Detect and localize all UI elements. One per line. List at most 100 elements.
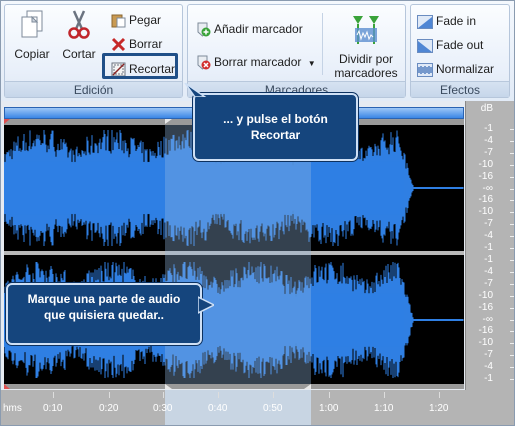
add-marker-icon bbox=[197, 22, 211, 37]
split-label-line1: Dividir por bbox=[338, 52, 393, 66]
time-tick bbox=[329, 392, 330, 398]
db-label: -1 bbox=[484, 254, 493, 265]
time-tick bbox=[109, 392, 110, 398]
db-label: -1 bbox=[484, 123, 493, 134]
time-tick bbox=[53, 392, 54, 398]
callout-pointer-2 bbox=[198, 296, 214, 314]
waveform-view[interactable] bbox=[4, 125, 464, 384]
fade-out-label: Fade out bbox=[436, 38, 484, 52]
db-label: -4 bbox=[484, 230, 493, 242]
normalize-label: Normalizar bbox=[436, 62, 495, 76]
db-tick bbox=[510, 295, 514, 297]
time-tick bbox=[273, 392, 274, 398]
time-label: 0:20 bbox=[99, 403, 119, 414]
red-x-icon bbox=[111, 38, 126, 52]
time-label: 1:10 bbox=[374, 403, 394, 414]
time-tick bbox=[384, 392, 385, 398]
delete-label: Borrar bbox=[129, 37, 163, 51]
db-label: -10 bbox=[478, 158, 493, 170]
fade-out-icon bbox=[417, 38, 433, 53]
db-label: -4 bbox=[484, 265, 493, 277]
normalize-button[interactable]: Normalizar bbox=[417, 59, 494, 79]
db-label: -7 bbox=[484, 349, 493, 361]
normalize-icon bbox=[417, 62, 433, 77]
db-tick bbox=[510, 271, 514, 273]
cut-button[interactable]: Cortar bbox=[59, 9, 99, 61]
callout-pointer bbox=[184, 83, 207, 97]
copy-icon bbox=[21, 10, 43, 38]
db-tick bbox=[510, 331, 514, 333]
paste-label: Pegar bbox=[129, 13, 162, 27]
db-label: -10 bbox=[478, 289, 493, 301]
time-label: 1:00 bbox=[319, 403, 339, 414]
audio-selection[interactable] bbox=[165, 125, 311, 384]
db-tick bbox=[510, 283, 514, 285]
edit-group: Copiar Cortar Pegar Borrar Recortar Edic… bbox=[4, 4, 183, 98]
ribbon-toolbar: Copiar Cortar Pegar Borrar Recortar Edic… bbox=[1, 1, 514, 101]
delete-button[interactable]: Borrar bbox=[111, 34, 162, 54]
markers-separator bbox=[322, 13, 323, 75]
db-unit-label: dB bbox=[480, 103, 493, 114]
trim-callout-line2: Recortar bbox=[250, 128, 301, 142]
effects-group-label: Efectos bbox=[411, 81, 509, 97]
db-label: -7 bbox=[484, 218, 493, 230]
select-instruction-callout: Marque una parte de audio que quisiera q… bbox=[6, 283, 214, 345]
delete-marker-icon bbox=[197, 55, 211, 70]
fade-in-button[interactable]: Fade in bbox=[417, 11, 476, 31]
db-tick bbox=[510, 212, 514, 214]
selection-handles-bottom bbox=[4, 384, 311, 389]
db-tick bbox=[510, 343, 514, 345]
paste-button[interactable]: Pegar bbox=[111, 10, 161, 30]
chevron-down-icon[interactable]: ▼ bbox=[308, 59, 316, 68]
clipboard-icon bbox=[111, 14, 126, 28]
time-label: 0:10 bbox=[43, 403, 63, 414]
time-tick bbox=[218, 392, 219, 398]
select-callout-line2: que quisiera quedar.. bbox=[43, 308, 165, 322]
db-scale: dB -1 -4 -7 -10 -16 -∞ -16 -10 -7 -4 -1 -1 -4 -7 -10 -1… bbox=[465, 101, 514, 397]
select-callout-line1: Marque una parte de audio bbox=[27, 292, 181, 306]
db-label: -∞ bbox=[482, 182, 493, 194]
db-tick bbox=[510, 152, 514, 154]
time-tick bbox=[163, 392, 164, 398]
copy-button[interactable]: Copiar bbox=[11, 9, 53, 61]
db-tick bbox=[510, 164, 514, 166]
db-label: -10 bbox=[478, 206, 493, 218]
db-tick bbox=[510, 319, 514, 321]
db-label: -4 bbox=[484, 134, 493, 146]
markers-group: Añadir marcador Borrar marcador ▼ Dividi… bbox=[187, 4, 406, 98]
db-tick bbox=[510, 260, 514, 261]
db-tick bbox=[510, 176, 514, 178]
time-ruler[interactable]: hms 0:10 0:20 0:30 0:40 0:50 1:00 1:10 1:20 bbox=[1, 390, 514, 425]
fade-in-label: Fade in bbox=[436, 14, 477, 28]
db-tick bbox=[510, 224, 514, 226]
audio-editor-window: Copiar Cortar Pegar Borrar Recortar Edic… bbox=[0, 0, 515, 426]
db-label: -16 bbox=[478, 301, 493, 313]
trim-instruction-callout: ... y pulse el botón Recortar bbox=[184, 83, 358, 161]
db-tick bbox=[510, 355, 514, 357]
effects-group: Fade in Fade out Normalizar Efectos bbox=[410, 4, 510, 98]
db-label: -7 bbox=[484, 146, 493, 158]
copy-label: Copiar bbox=[14, 47, 50, 61]
trim-callout-line1: ... y pulse el botón bbox=[223, 112, 328, 126]
split-label-line2: marcadores bbox=[334, 66, 398, 80]
db-tick bbox=[510, 129, 514, 130]
db-label: -1 bbox=[484, 373, 493, 384]
db-tick bbox=[510, 200, 514, 202]
add-marker-button[interactable]: Añadir marcador bbox=[196, 19, 303, 39]
split-markers-icon bbox=[353, 16, 379, 44]
split-by-markers-button[interactable]: Dividir por marcadores bbox=[331, 14, 401, 80]
edit-group-label: Edición bbox=[5, 81, 182, 97]
db-tick bbox=[510, 307, 514, 309]
add-marker-label: Añadir marcador bbox=[214, 22, 303, 36]
db-tick bbox=[510, 188, 514, 190]
bottom-marker-strip[interactable] bbox=[4, 384, 464, 389]
db-label: -∞ bbox=[482, 313, 493, 325]
fade-out-button[interactable]: Fade out bbox=[417, 35, 483, 55]
delete-marker-button[interactable]: Borrar marcador ▼ bbox=[196, 52, 316, 72]
db-tick bbox=[510, 248, 514, 249]
time-tick bbox=[439, 392, 440, 398]
fade-in-icon bbox=[417, 14, 433, 29]
trim-highlight-frame bbox=[102, 53, 178, 79]
delete-marker-label: Borrar marcador bbox=[214, 55, 302, 69]
db-tick bbox=[510, 367, 514, 369]
